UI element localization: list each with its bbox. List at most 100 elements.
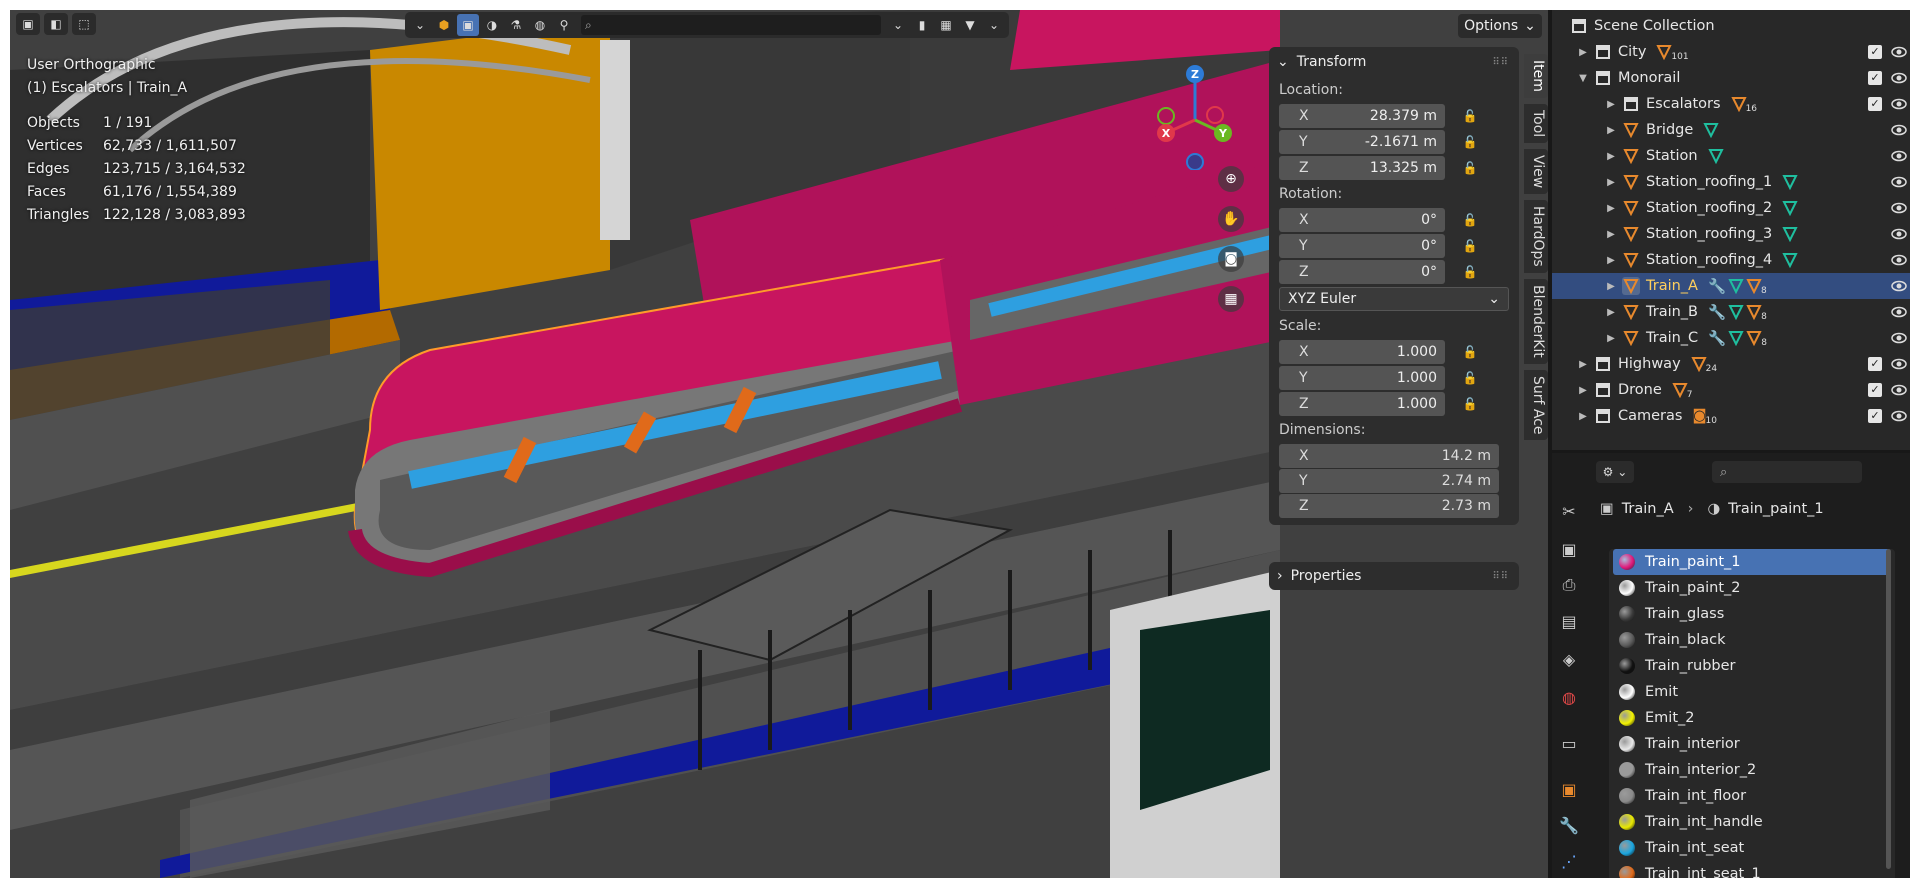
chevron-down-icon[interactable]: ⌄ [983, 14, 1005, 36]
rotation-mode-select[interactable]: XYZ Euler ⌄ [1279, 287, 1509, 311]
chevron-down-icon[interactable]: ⌄ [409, 14, 431, 36]
lock-icon[interactable]: 🔓 [1461, 108, 1479, 124]
color-wheel-icon[interactable]: ⬢ [433, 14, 455, 36]
list-item[interactable]: Emit_2 [1613, 705, 1891, 731]
expand-arrow-icon[interactable]: ▶ [1604, 333, 1618, 344]
outliner-row-drone[interactable]: ▶ Drone 7 ✓ [1552, 377, 1910, 403]
eye-icon[interactable] [1891, 96, 1907, 112]
eye-icon[interactable] [1891, 70, 1907, 86]
drag-handle-icon[interactable]: ⠿⠿ [1492, 57, 1509, 68]
grid-icon[interactable]: ▦ [1218, 286, 1244, 312]
tab-view[interactable]: View [1524, 149, 1548, 195]
material-slot-list[interactable]: Train_paint_1 Train_paint_2 Train_glass … [1609, 549, 1895, 878]
neg-z-handle[interactable] [1186, 153, 1204, 170]
view-layer-icon[interactable]: ▤ [1559, 611, 1579, 631]
outliner-row-station-roofing-2[interactable]: ▶ Station_roofing_2 [1552, 195, 1910, 221]
outliner-row-train-a[interactable]: ▶ Train_A 🔧 8 [1552, 273, 1910, 299]
render-icon[interactable]: ▣ [1559, 539, 1579, 559]
scale-x-field[interactable]: X 1.000 [1279, 340, 1445, 364]
properties-panel-header[interactable]: › Properties ⠿⠿ [1269, 562, 1519, 590]
scale-z-field[interactable]: Z 1.000 [1279, 392, 1445, 416]
pin-icon[interactable]: ⚲ [553, 14, 575, 36]
modifier-wrench-icon[interactable]: 🔧 [1559, 815, 1579, 835]
outliner-row-bridge[interactable]: ▶ Bridge [1552, 117, 1910, 143]
collapse-arrow-icon[interactable]: ▼ [1576, 73, 1590, 84]
eye-icon[interactable] [1891, 148, 1907, 164]
exclude-checkbox[interactable]: ✓ [1868, 357, 1882, 371]
particles-icon[interactable]: ⋰ [1559, 851, 1579, 871]
eye-icon[interactable] [1891, 44, 1907, 60]
scale-y-field[interactable]: Y 1.000 [1279, 366, 1445, 390]
collection-icon[interactable]: ▭ [1559, 733, 1579, 753]
transform-header[interactable]: ⌄ Transform ⠿⠿ [1269, 47, 1519, 77]
overlay-icon[interactable]: ▦ [935, 14, 957, 36]
tab-item[interactable]: Item [1524, 54, 1548, 98]
expand-arrow-icon[interactable]: ▶ [1576, 47, 1590, 58]
list-item[interactable]: Train_int_seat [1613, 835, 1891, 861]
exclude-checkbox[interactable]: ✓ [1868, 409, 1882, 423]
lock-icon[interactable]: 🔓 [1461, 212, 1479, 228]
editor-type-dropdown[interactable]: ⚙ ⌄ [1596, 461, 1634, 483]
outliner-row-escalators[interactable]: ▶ Escalators 16 ✓ [1552, 91, 1910, 117]
tab-hardops[interactable]: HardOps [1524, 200, 1548, 274]
rotation-x-field[interactable]: X 0° [1279, 208, 1445, 232]
outliner-row-train-b[interactable]: ▶ Train_B 🔧 8 [1552, 299, 1910, 325]
outliner-row-station-roofing-3[interactable]: ▶ Station_roofing_3 [1552, 221, 1910, 247]
lock-icon[interactable]: 🔓 [1461, 238, 1479, 254]
exclude-checkbox[interactable]: ✓ [1868, 45, 1882, 59]
outliner-row-cameras[interactable]: ▶ Cameras ◙ 10 ✓ [1552, 403, 1910, 429]
list-item[interactable]: Emit [1613, 679, 1891, 705]
dimension-z-field[interactable]: Z 2.73 m [1279, 494, 1499, 518]
outliner-row-station[interactable]: ▶ Station [1552, 143, 1910, 169]
outliner-row-city[interactable]: ▶ City 101 ✓ [1552, 39, 1910, 65]
location-x-field[interactable]: X 28.379 m [1279, 104, 1445, 128]
properties-search-input[interactable]: ⌕ [1712, 461, 1862, 483]
list-item[interactable]: Train_interior_2 [1613, 757, 1891, 783]
expand-arrow-icon[interactable]: ▶ [1604, 151, 1618, 162]
scene-collection-row[interactable]: Scene Collection [1552, 13, 1910, 39]
expand-arrow-icon[interactable]: ▶ [1604, 177, 1618, 188]
exclude-checkbox[interactable]: ✓ [1868, 71, 1882, 85]
pan-hand-icon[interactable]: ✋ [1218, 206, 1244, 232]
tab-surf-ace[interactable]: Surf Ace [1524, 369, 1548, 441]
world-icon[interactable]: ◍ [1559, 687, 1579, 707]
zoom-icon[interactable]: ⊕ [1218, 166, 1244, 192]
outliner-row-train-c[interactable]: ▶ Train_C 🔧 8 [1552, 325, 1910, 351]
eye-icon[interactable] [1891, 304, 1907, 320]
list-item[interactable]: Train_int_handle [1613, 809, 1891, 835]
list-item[interactable]: Train_paint_1 [1613, 549, 1891, 575]
outliner-row-station-roofing-1[interactable]: ▶ Station_roofing_1 [1552, 169, 1910, 195]
lock-icon[interactable]: 🔓 [1461, 264, 1479, 280]
outliner-row-highway[interactable]: ▶ Highway 24 ✓ [1552, 351, 1910, 377]
drag-handle-icon[interactable]: ⠿⠿ [1492, 571, 1509, 582]
neg-x-handle[interactable] [1206, 106, 1224, 124]
expand-arrow-icon[interactable]: ▶ [1576, 359, 1590, 370]
rotation-z-field[interactable]: Z 0° [1279, 260, 1445, 284]
object-icon[interactable]: ▣ [1559, 779, 1579, 799]
list-item[interactable]: Train_glass [1613, 601, 1891, 627]
select-box-icon[interactable]: ▣ [16, 13, 40, 35]
expand-arrow-icon[interactable]: ▶ [1576, 411, 1590, 422]
eye-icon[interactable] [1891, 382, 1907, 398]
list-item[interactable]: Train_int_floor [1613, 783, 1891, 809]
eye-icon[interactable] [1891, 174, 1907, 190]
eye-icon[interactable] [1891, 408, 1907, 424]
solid-shading-icon[interactable]: ▣ [457, 14, 479, 36]
eye-icon[interactable] [1891, 200, 1907, 216]
location-y-field[interactable]: Y -2.1671 m [1279, 130, 1445, 154]
exclude-checkbox[interactable]: ✓ [1868, 383, 1882, 397]
list-item[interactable]: Train_int_seat_1 [1613, 861, 1891, 878]
outliner-row-station-roofing-4[interactable]: ▶ Station_roofing_4 [1552, 247, 1910, 273]
expand-arrow-icon[interactable]: ▶ [1576, 385, 1590, 396]
search-input[interactable]: ⌕ [581, 15, 881, 35]
output-icon[interactable]: ⎙ [1559, 575, 1579, 595]
eye-icon[interactable] [1891, 226, 1907, 242]
tool-settings-icon[interactable]: ✂ [1559, 501, 1579, 521]
list-item[interactable]: Train_paint_2 [1613, 575, 1891, 601]
eye-icon[interactable] [1891, 278, 1907, 294]
dimension-x-field[interactable]: X 14.2 m [1279, 444, 1499, 468]
3d-viewport[interactable]: ▣ ◧ ⬚ ⌄ ⬢ ▣ ◑ ⚗ ◍ ⚲ ⌕ ⌄ ▮ ▦ ▼ ⌄ Options … [10, 10, 1548, 878]
tab-blenderkit[interactable]: BlenderKit [1524, 279, 1548, 364]
chevron-down-icon[interactable]: ⌄ [887, 14, 909, 36]
list-scrollbar[interactable] [1886, 549, 1891, 869]
